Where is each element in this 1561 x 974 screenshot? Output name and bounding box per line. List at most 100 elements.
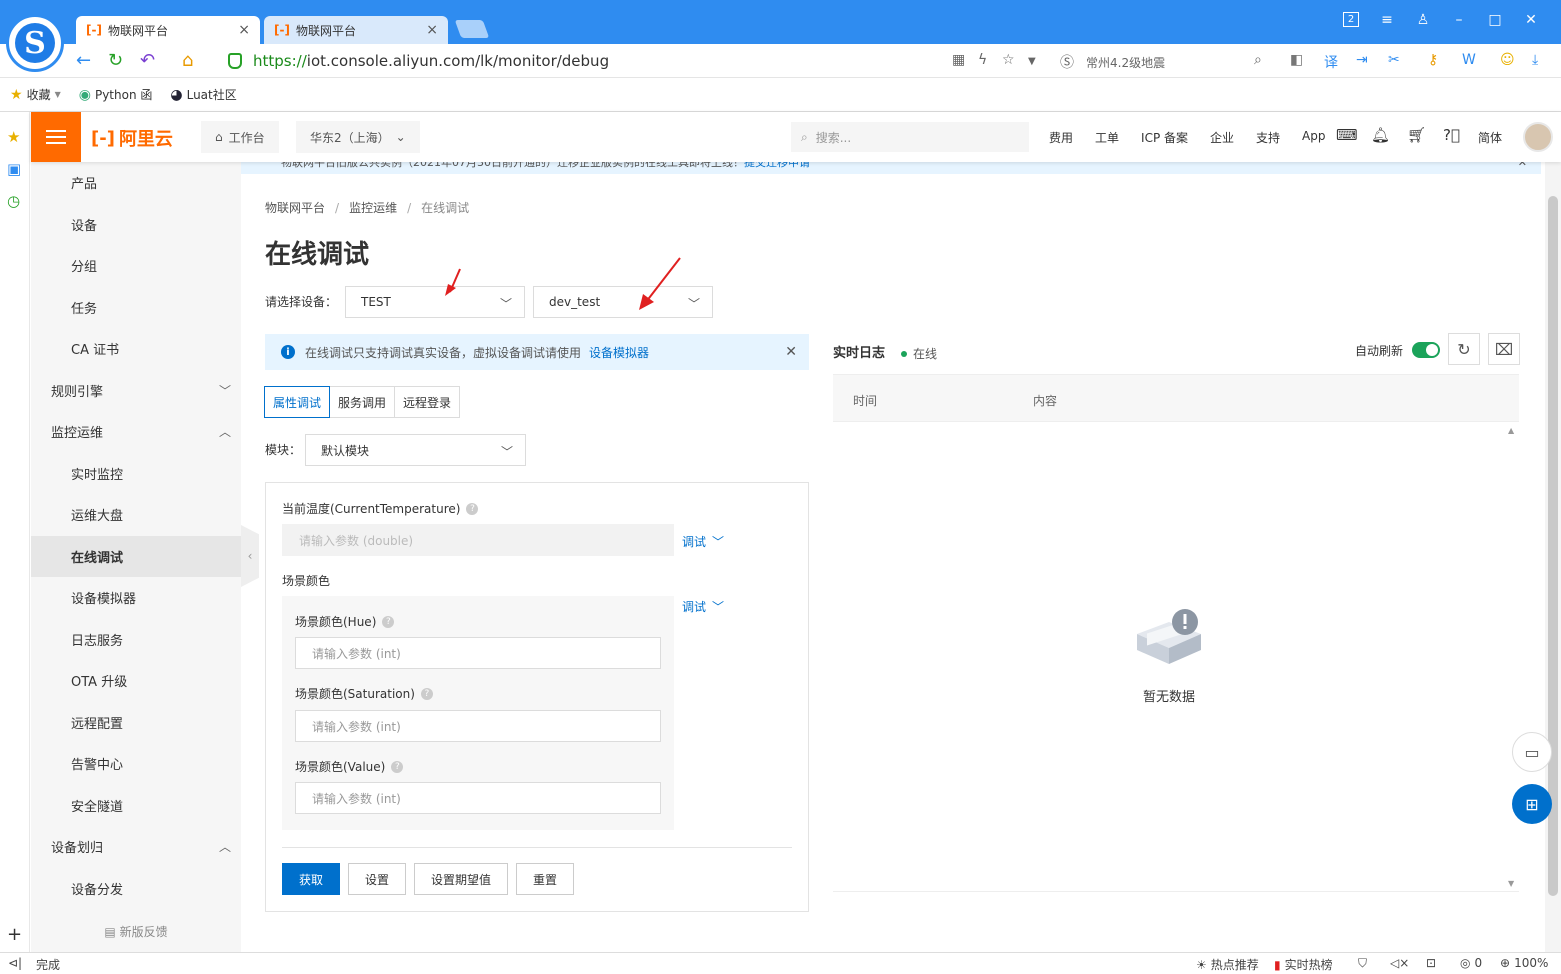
- ad-block-counter[interactable]: ◎ 0: [1460, 956, 1482, 970]
- menu-group-rule-engine[interactable]: 规则引擎 ﹀: [31, 370, 241, 411]
- collapse-sidebar-handle[interactable]: ‹: [241, 525, 259, 587]
- url-text[interactable]: https://iot.console.aliyun.com/lk/monito…: [253, 52, 609, 70]
- reading-icon[interactable]: ▣: [7, 160, 21, 178]
- apps-float-button[interactable]: ⊞: [1512, 784, 1552, 824]
- product-select[interactable]: TEST ﹀: [345, 286, 525, 318]
- menu-item-product[interactable]: 产品: [31, 162, 241, 203]
- lock-icon[interactable]: ⊡: [1426, 956, 1436, 970]
- minimize-icon[interactable]: –: [1451, 12, 1467, 28]
- menu-item-log-service[interactable]: 日志服务: [31, 619, 241, 660]
- browser-tab-inactive[interactable]: [-] 物联网平台 ×: [264, 16, 448, 44]
- scroll-down-icon[interactable]: ▼: [1508, 879, 1514, 888]
- console-search-input[interactable]: ⌕ 搜索...: [791, 122, 1029, 152]
- maximize-icon[interactable]: □: [1487, 12, 1503, 28]
- scissors-icon[interactable]: ✂: [1388, 52, 1400, 68]
- shield-icon[interactable]: ⛉: [1358, 956, 1367, 971]
- flash-icon[interactable]: ϟ: [978, 52, 987, 68]
- favorites-icon[interactable]: ★: [7, 128, 20, 146]
- breadcrumb-iot[interactable]: 物联网平台: [265, 201, 325, 215]
- aliyun-logo[interactable]: [-] 阿里云: [91, 125, 173, 151]
- link-support[interactable]: 支持: [1256, 129, 1280, 146]
- mute-icon[interactable]: ◁×: [1390, 956, 1409, 970]
- terminal-icon[interactable]: ⌨: [1336, 126, 1358, 144]
- get-button[interactable]: 获取: [282, 863, 340, 895]
- menu-item-device[interactable]: 设备: [31, 204, 241, 245]
- menu-item-ca-cert[interactable]: CA 证书: [31, 328, 241, 369]
- module-select[interactable]: 默认模块 ﹀: [305, 434, 526, 466]
- back-icon[interactable]: ←: [76, 50, 91, 71]
- region-select[interactable]: 华东2（上海） ⌄: [296, 121, 420, 153]
- temperature-debug-button[interactable]: 调试 ﹀: [682, 533, 724, 550]
- scrollbar-thumb[interactable]: [1548, 196, 1558, 896]
- search-icon[interactable]: ⌕: [1254, 52, 1262, 68]
- trending-list[interactable]: ▮ 实时热榜: [1274, 956, 1333, 973]
- bookmark-favorites[interactable]: ★ 收藏 ▼: [10, 86, 61, 103]
- help-icon[interactable]: ?: [382, 615, 395, 628]
- sidebar-toggle-icon[interactable]: ⊲|: [8, 956, 22, 970]
- help-icon[interactable]: ?⃝: [1443, 126, 1460, 144]
- close-icon[interactable]: ×: [426, 22, 438, 38]
- menu-item-remote-config[interactable]: 远程配置: [31, 702, 241, 743]
- menu-item-alarm-center[interactable]: 告警中心: [31, 743, 241, 784]
- workbench-button[interactable]: ⌂ 工作台: [201, 121, 279, 153]
- help-icon[interactable]: ?: [466, 502, 479, 515]
- set-button[interactable]: 设置: [348, 863, 406, 895]
- menu-item-online-debug[interactable]: 在线调试: [31, 536, 241, 577]
- hot-recommend[interactable]: ☀ 热点推荐: [1196, 956, 1259, 973]
- menu-group-monitor[interactable]: 监控运维 ︿: [31, 411, 241, 452]
- log-scrollbar[interactable]: ▲ ▼: [1505, 422, 1519, 892]
- close-window-icon[interactable]: ✕: [1523, 12, 1539, 28]
- menu-item-task[interactable]: 任务: [31, 287, 241, 328]
- login-icon[interactable]: ⇥: [1356, 52, 1368, 68]
- tab-count-icon[interactable]: 2: [1343, 12, 1359, 27]
- bookmark-python[interactable]: ◉ Python 函: [79, 86, 153, 103]
- star-icon[interactable]: ☆: [1002, 52, 1015, 68]
- add-icon[interactable]: +: [7, 924, 22, 945]
- word-icon[interactable]: W: [1462, 52, 1476, 68]
- key-icon[interactable]: ⚷: [1428, 52, 1438, 68]
- feedback-link[interactable]: ▤ 新版反馈: [31, 923, 241, 940]
- skin-icon[interactable]: ♙: [1415, 12, 1431, 28]
- qr-icon[interactable]: ▦: [952, 52, 965, 68]
- menu-item-device-simulator[interactable]: 设备模拟器: [31, 577, 241, 618]
- tab-remote-login[interactable]: 远程登录: [394, 386, 461, 418]
- menu-item-secure-tunnel[interactable]: 安全隧道: [31, 785, 241, 826]
- bookmark-luat[interactable]: ◕ Luat社区: [170, 86, 236, 103]
- browser-tab-active[interactable]: [-] 物联网平台 ×: [76, 16, 260, 44]
- scene-color-debug-button[interactable]: 调试 ﹀: [682, 598, 724, 615]
- value-input[interactable]: 请输入参数 (int): [295, 782, 661, 814]
- chevron-down-icon[interactable]: ▼: [1028, 56, 1036, 67]
- auto-refresh-toggle[interactable]: [1412, 342, 1440, 358]
- clear-button[interactable]: ⌧: [1488, 333, 1520, 365]
- download-icon[interactable]: ⤓: [1532, 52, 1538, 68]
- menu-icon[interactable]: ≡: [1379, 12, 1395, 28]
- new-tab-button[interactable]: [454, 20, 490, 38]
- tab-service-call[interactable]: 服务调用: [329, 386, 396, 418]
- link-icp[interactable]: ICP 备案: [1141, 129, 1188, 146]
- hue-input[interactable]: 请输入参数 (int): [295, 637, 661, 669]
- menu-item-realtime-monitor[interactable]: 实时监控: [31, 453, 241, 494]
- device-select[interactable]: dev_test ﹀: [533, 286, 713, 318]
- bell-icon[interactable]: 🔔︎: [1371, 126, 1390, 144]
- menu-item-group[interactable]: 分组: [31, 245, 241, 286]
- menu-item-ota[interactable]: OTA 升级: [31, 660, 241, 701]
- page-scrollbar[interactable]: [1545, 162, 1561, 952]
- link-billing[interactable]: 费用: [1049, 129, 1073, 146]
- language-switch[interactable]: 简体: [1478, 129, 1502, 146]
- menu-item-ops-dashboard[interactable]: 运维大盘: [31, 494, 241, 535]
- tab-property-debug[interactable]: 属性调试: [264, 386, 331, 418]
- home-icon[interactable]: ⌂: [182, 50, 193, 71]
- browser-logo[interactable]: S: [6, 14, 64, 72]
- help-icon[interactable]: ?: [420, 687, 433, 700]
- menu-hamburger-icon[interactable]: [31, 112, 81, 162]
- zoom-level[interactable]: ⊕ 100%: [1500, 956, 1548, 970]
- news-ticker[interactable]: 常州4.2级地震: [1086, 54, 1165, 71]
- cart-icon[interactable]: 🛒︎: [1407, 126, 1426, 144]
- refresh-button[interactable]: ↻: [1448, 333, 1480, 365]
- chat-float-button[interactable]: ▭: [1512, 732, 1552, 772]
- help-icon[interactable]: ?: [391, 760, 404, 773]
- close-icon[interactable]: ×: [238, 22, 250, 38]
- emoji-icon[interactable]: ☺: [1500, 52, 1515, 68]
- menu-item-device-distribute[interactable]: 设备分发: [31, 868, 241, 909]
- refresh-icon[interactable]: ↻: [108, 50, 123, 71]
